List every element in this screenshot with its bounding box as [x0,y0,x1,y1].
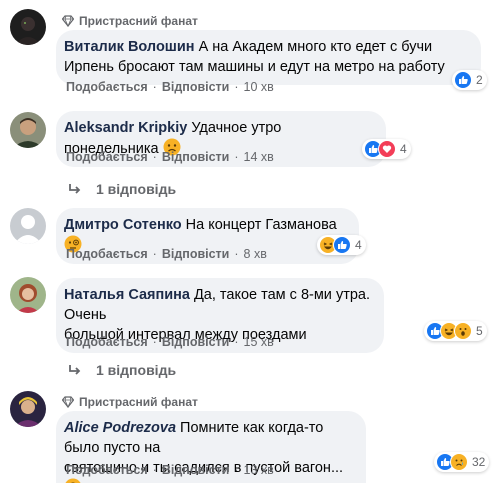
timestamp[interactable]: 13 хв [244,463,274,477]
like-reaction-icon [333,236,351,254]
like-link[interactable]: Подобається [66,150,148,164]
love-reaction-icon [378,140,396,158]
avatar[interactable] [10,277,46,313]
reaction-count: 32 [472,455,486,469]
separator: · [152,335,157,349]
comment-actions: Подобається · Відповісти · 8 хв [66,247,267,261]
avatar[interactable] [10,112,46,148]
like-link[interactable]: Подобається [66,463,148,477]
top-fan-badge: Пристрасний фанат [62,14,198,28]
comment-actions: Подобається · Відповісти · 13 хв [66,463,274,477]
author-name[interactable]: Наталья Саяпина [64,287,190,303]
avatar[interactable] [10,391,46,427]
like-reaction-icon [454,71,472,89]
reaction-summary[interactable]: 5 [424,321,487,341]
like-link[interactable]: Подобається [66,80,148,94]
view-replies[interactable]: 1 відповідь [68,181,176,197]
reaction-count: 4 [355,238,362,252]
wow-reaction-icon [454,322,472,340]
reaction-count: 5 [476,324,483,338]
author-name[interactable]: Aleksandr Kripkiy [64,120,187,136]
reply-arrow-icon [69,184,81,194]
separator: · [234,463,239,477]
like-link[interactable]: Подобається [66,247,148,261]
reply-link[interactable]: Відповісти [162,335,230,349]
separator: · [234,335,239,349]
separator: · [234,150,239,164]
reply-link[interactable]: Відповісти [162,463,230,477]
reply-arrow-icon [69,365,81,375]
comment-text: А на Академ много кто едет с бучи [198,39,433,55]
comment-actions: Подобається · Відповісти · 10 хв [66,80,274,94]
diamond-icon [62,396,74,408]
timestamp[interactable]: 8 хв [244,247,267,261]
reaction-summary[interactable]: 32 [434,452,490,472]
timestamp[interactable]: 14 хв [244,150,274,164]
reaction-summary[interactable]: 4 [317,235,366,255]
upside-down-emoji-icon [65,478,81,483]
view-replies[interactable]: 1 відповідь [68,362,176,378]
timestamp[interactable]: 15 хв [244,335,274,349]
author-name[interactable]: Виталик Волошин [64,39,195,55]
diamond-icon [62,15,74,27]
separator: · [152,80,157,94]
badge-label: Пристрасний фанат [79,14,198,28]
comment-text: На концерт Газманова [185,217,337,233]
reaction-summary[interactable]: 4 [362,139,411,159]
reply-link[interactable]: Відповісти [162,150,230,164]
separator: · [152,463,157,477]
reply-link[interactable]: Відповісти [162,80,230,94]
separator: · [152,150,157,164]
avatar[interactable] [10,9,46,45]
badge-label: Пристрасний фанат [79,395,198,409]
avatar[interactable] [10,208,46,244]
comment-actions: Подобається · Відповісти · 15 хв [66,335,274,349]
comment-text-line2: Ирпень бросают там машины и едут на метр… [64,59,445,75]
comment-actions: Подобається · Відповісти · 14 хв [66,150,274,164]
reaction-count: 2 [476,73,483,87]
like-link[interactable]: Подобається [66,335,148,349]
replies-count-label[interactable]: 1 відповідь [96,362,176,378]
reply-link[interactable]: Відповісти [162,247,230,261]
timestamp[interactable]: 10 хв [244,80,274,94]
separator: · [234,247,239,261]
author-name[interactable]: Дмитро Сотенко [64,217,182,233]
separator: · [234,80,239,94]
reaction-summary[interactable]: 2 [452,70,487,90]
comment-bubble: Виталик Волошин А на Академ много кто еде… [56,30,481,85]
reaction-count: 4 [400,142,407,156]
replies-count-label[interactable]: 1 відповідь [96,181,176,197]
top-fan-badge: Пристрасний фанат [62,395,198,409]
separator: · [152,247,157,261]
sad-reaction-icon [450,453,468,471]
author-name[interactable]: Alice Podrezova [64,420,176,436]
